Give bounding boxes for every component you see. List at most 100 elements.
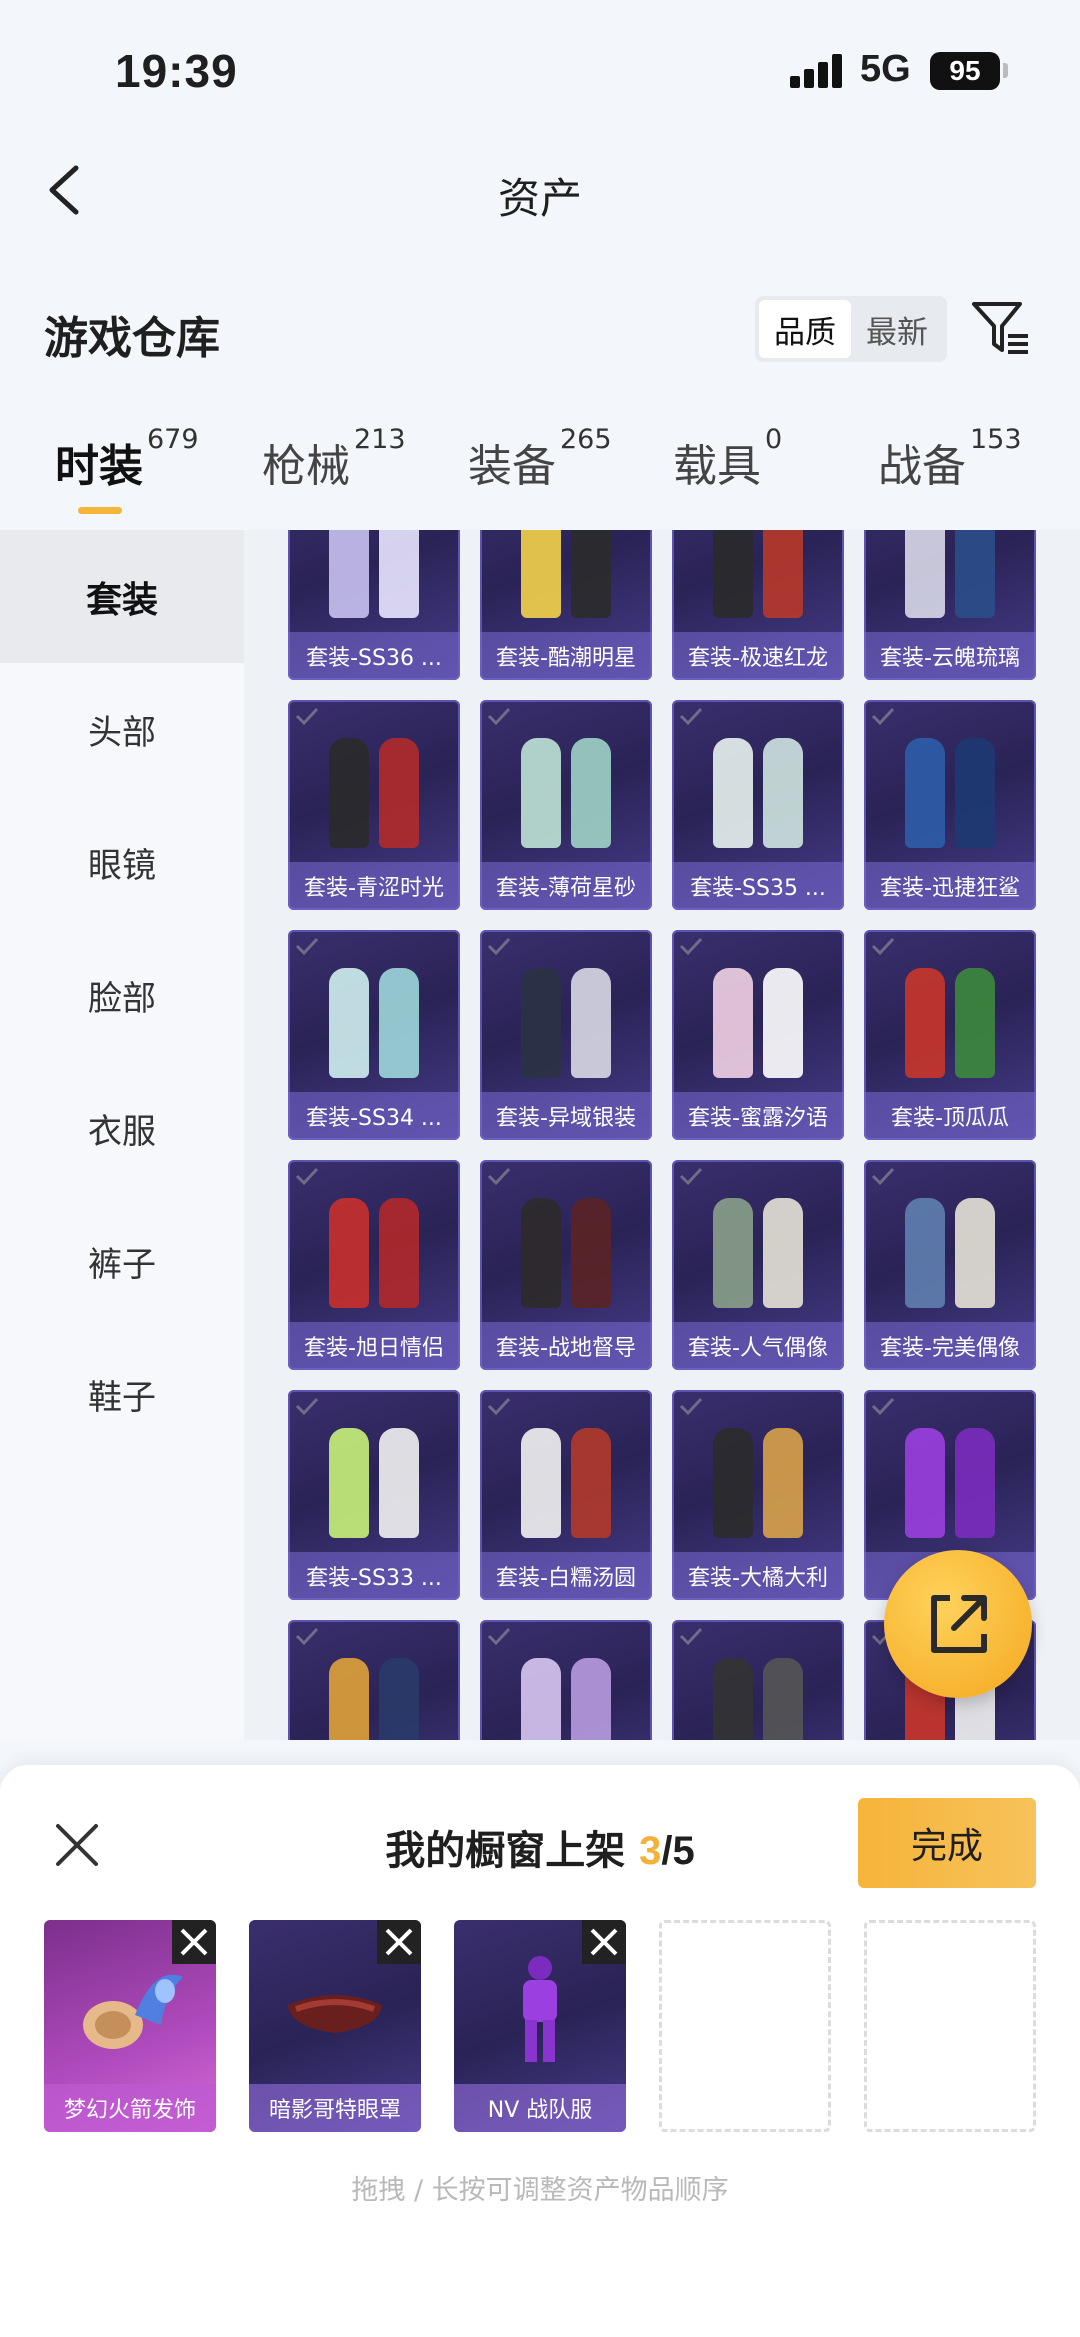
tab-label: 装备 (468, 441, 556, 492)
shelf-slot-4-empty[interactable] (659, 1920, 831, 2132)
remove-slot-3-button[interactable] (582, 1920, 626, 1964)
shelf-slot-5-empty[interactable] (864, 1920, 1036, 2132)
item-name: 套装-SS34 ... (288, 1092, 460, 1140)
item-name: 套装-SS33 ... (288, 1552, 460, 1600)
close-icon (180, 1928, 208, 1956)
item-card[interactable]: 套装-顶瓜瓜 (864, 930, 1036, 1140)
battery-icon: 95 (930, 52, 1000, 90)
outfit-image (672, 1178, 844, 1308)
outfit-image (480, 948, 652, 1078)
outfit-image (864, 718, 1036, 848)
share-external-icon (931, 1595, 987, 1653)
item-name: 套装-大橘大利 (672, 1552, 844, 1600)
category-pants[interactable]: 裤子 (0, 1195, 244, 1328)
item-card[interactable]: 套装-SS36 ... (288, 530, 460, 680)
tab-label: 载具 (673, 441, 761, 492)
tab-fashion[interactable]: 时装679 (55, 424, 199, 494)
item-name: 套装-SS35 ... (672, 862, 844, 910)
tab-supplies[interactable]: 战备153 (878, 424, 1022, 494)
signal-icon (790, 54, 842, 88)
item-card[interactable]: 套装-SS33 ... (288, 1390, 460, 1600)
status-bar: 19:39 5G 95 (0, 0, 1080, 130)
item-name: 套装-战地督导 (480, 1322, 652, 1370)
outfit-image (672, 948, 844, 1078)
shelf-slot-2[interactable]: 暗影哥特眼罩 (249, 1920, 421, 2132)
tab-equipment[interactable]: 装备265 (468, 424, 612, 494)
tab-count: 265 (560, 424, 612, 455)
item-card[interactable]: 套装-白糯汤圆 (480, 1390, 652, 1600)
item-card[interactable] (672, 1620, 844, 1740)
item-name: 套装-酷潮明星 (480, 632, 652, 680)
item-name: 套装-蜜露汐语 (672, 1092, 844, 1140)
category-shoes[interactable]: 鞋子 (0, 1328, 244, 1461)
item-card[interactable]: 套装-旭日情侣 (288, 1160, 460, 1370)
item-name: 套装-人气偶像 (672, 1322, 844, 1370)
reorder-hint: 拖拽 / 长按可调整资产物品顺序 (351, 2175, 729, 2206)
shelf-slot-3[interactable]: NV 战队服 (454, 1920, 626, 2132)
outfit-image (288, 530, 460, 618)
item-card[interactable] (288, 1620, 460, 1740)
done-button[interactable]: 完成 (858, 1798, 1036, 1888)
shelf-title-text: 我的橱窗上架 (385, 1828, 626, 1874)
outfit-image (480, 1408, 652, 1538)
shelf-count: 3 (639, 1829, 662, 1873)
filter-button[interactable] (970, 298, 1032, 358)
item-card[interactable]: 套装-极速红龙 (672, 530, 844, 680)
item-card[interactable]: 套装-战地督导 (480, 1160, 652, 1370)
shelf-slot-1[interactable]: 梦幻火箭发饰 (44, 1920, 216, 2132)
item-card[interactable]: 套装-大橘大利 (672, 1390, 844, 1600)
remove-slot-2-button[interactable] (377, 1920, 421, 1964)
tab-count: 679 (147, 424, 199, 455)
item-card[interactable]: 套装-SS34 ... (288, 930, 460, 1140)
tab-label: 枪械 (262, 441, 350, 492)
remove-slot-1-button[interactable] (172, 1920, 216, 1964)
sort-newest-button[interactable]: 最新 (851, 300, 943, 358)
item-card[interactable]: 套装-完美偶像 (864, 1160, 1036, 1370)
item-card[interactable] (480, 1620, 652, 1740)
category-face[interactable]: 脸部 (0, 929, 244, 1062)
slot-name: 暗影哥特眼罩 (249, 2084, 421, 2132)
eye-mask-image (249, 1950, 421, 2070)
category-clothes[interactable]: 衣服 (0, 1062, 244, 1195)
outfit-image (288, 948, 460, 1078)
item-card[interactable]: 套装-薄荷星砂 (480, 700, 652, 910)
outfit-image (288, 718, 460, 848)
item-card[interactable]: 套装-SS35 ... (672, 700, 844, 910)
outfit-image (864, 1408, 1036, 1538)
item-card[interactable]: 套装-迅捷狂鲨 (864, 700, 1036, 910)
hair-accessory-image (44, 1950, 216, 2070)
battery-tip (1003, 63, 1008, 78)
close-icon (590, 1928, 618, 1956)
item-name: 套装-薄荷星砂 (480, 862, 652, 910)
item-card[interactable]: 套装-蜜露汐语 (672, 930, 844, 1140)
tab-vehicles[interactable]: 载具0 (673, 424, 782, 494)
item-card[interactable]: 套装-青涩时光 (288, 700, 460, 910)
item-name: 套装-完美偶像 (864, 1322, 1036, 1370)
outfit-image (864, 530, 1036, 618)
tab-guns[interactable]: 枪械213 (262, 424, 406, 494)
status-time: 19:39 (115, 45, 238, 97)
item-name: 套装-云魄琉璃 (864, 632, 1036, 680)
outfit-image (288, 1178, 460, 1308)
item-card[interactable]: 套装-酷潮明星 (480, 530, 652, 680)
page-title: 资产 (497, 174, 582, 223)
sort-toggle: 品质 最新 (755, 296, 947, 362)
item-name: 套装-青涩时光 (288, 862, 460, 910)
sort-quality-button[interactable]: 品质 (759, 300, 851, 358)
outfit-image (288, 1638, 460, 1740)
category-suit[interactable]: 套装 (0, 530, 244, 663)
warehouse-title: 游戏仓库 (44, 313, 220, 364)
category-sidebar: 套装 头部 眼镜 脸部 衣服 裤子 鞋子 (0, 530, 244, 1740)
outfit-image (480, 1178, 652, 1308)
team-outfit-image (454, 1950, 626, 2070)
category-head[interactable]: 头部 (0, 663, 244, 796)
tab-count: 153 (970, 424, 1022, 455)
tab-count: 213 (354, 424, 406, 455)
item-card[interactable]: 套装-异域银装 (480, 930, 652, 1140)
tab-label: 战备 (878, 441, 966, 492)
item-card[interactable]: 套装-云魄琉璃 (864, 530, 1036, 680)
item-card[interactable]: 套装-人气偶像 (672, 1160, 844, 1370)
item-name: 套装-异域银装 (480, 1092, 652, 1140)
share-button[interactable] (884, 1550, 1032, 1698)
category-glasses[interactable]: 眼镜 (0, 796, 244, 929)
